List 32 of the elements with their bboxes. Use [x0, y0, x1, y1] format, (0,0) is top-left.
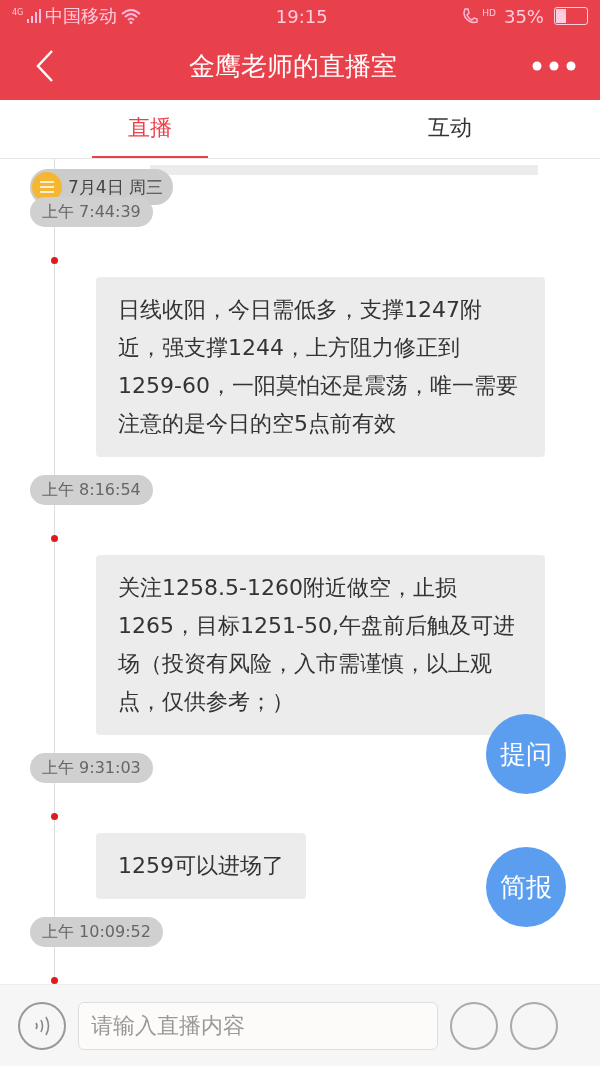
timeline-dot: [51, 813, 58, 821]
battery-icon: [554, 7, 588, 26]
float-button[interactable]: 提问: [486, 714, 566, 795]
signal-icon: [27, 9, 42, 24]
timeline-dot: [51, 257, 58, 265]
room-title: 金鹰老师的直播室: [188, 50, 398, 83]
battery-percent: 35%: [503, 5, 544, 27]
time-chip: 上午 7:44:39: [30, 197, 153, 228]
hd-label: HD: [482, 8, 496, 18]
emoji-button[interactable]: [450, 1001, 498, 1050]
add-button[interactable]: [510, 1001, 558, 1050]
timeline-dot: [51, 977, 58, 985]
date-label: 7月4日 周三: [68, 175, 164, 199]
tab[interactable]: 直播: [92, 100, 208, 159]
time-chip: 上午 8:16:54: [30, 475, 153, 506]
time-chip: 上午 10:09:52: [30, 917, 163, 948]
float-button[interactable]: 简报: [486, 847, 566, 928]
voice-icon[interactable]: [18, 1001, 66, 1050]
timeline-dot: [51, 535, 58, 543]
back-icon[interactable]: [36, 50, 54, 83]
message-bubble: 日线收阳，今日需低多，支撑1247附近，强支撑1244，上方阻力修正到1259-60，一阳莫怕还是震荡，唯一需要注意的是今日的空5点前有效: [96, 277, 545, 458]
message-bubble: 1259可以进场了: [96, 833, 306, 900]
tab[interactable]: 互动: [392, 100, 508, 159]
network-label: 4G: [12, 8, 24, 17]
clock: 19:15: [275, 5, 328, 27]
message-bubble: 关注1258.5-1260附近做空，止损1265，目标1251-50,午盘前后触及可进场（投资有风险，入市需谨慎，以上观点，仅供参考；）: [96, 555, 545, 736]
more-icon[interactable]: [532, 61, 576, 72]
carrier-name: 中国移动: [45, 4, 118, 29]
message-input[interactable]: 请输入直播内容: [78, 1001, 438, 1050]
wifi-icon: [121, 8, 142, 25]
phone-icon: [462, 7, 479, 26]
time-chip: 上午 9:31:03: [30, 753, 153, 784]
